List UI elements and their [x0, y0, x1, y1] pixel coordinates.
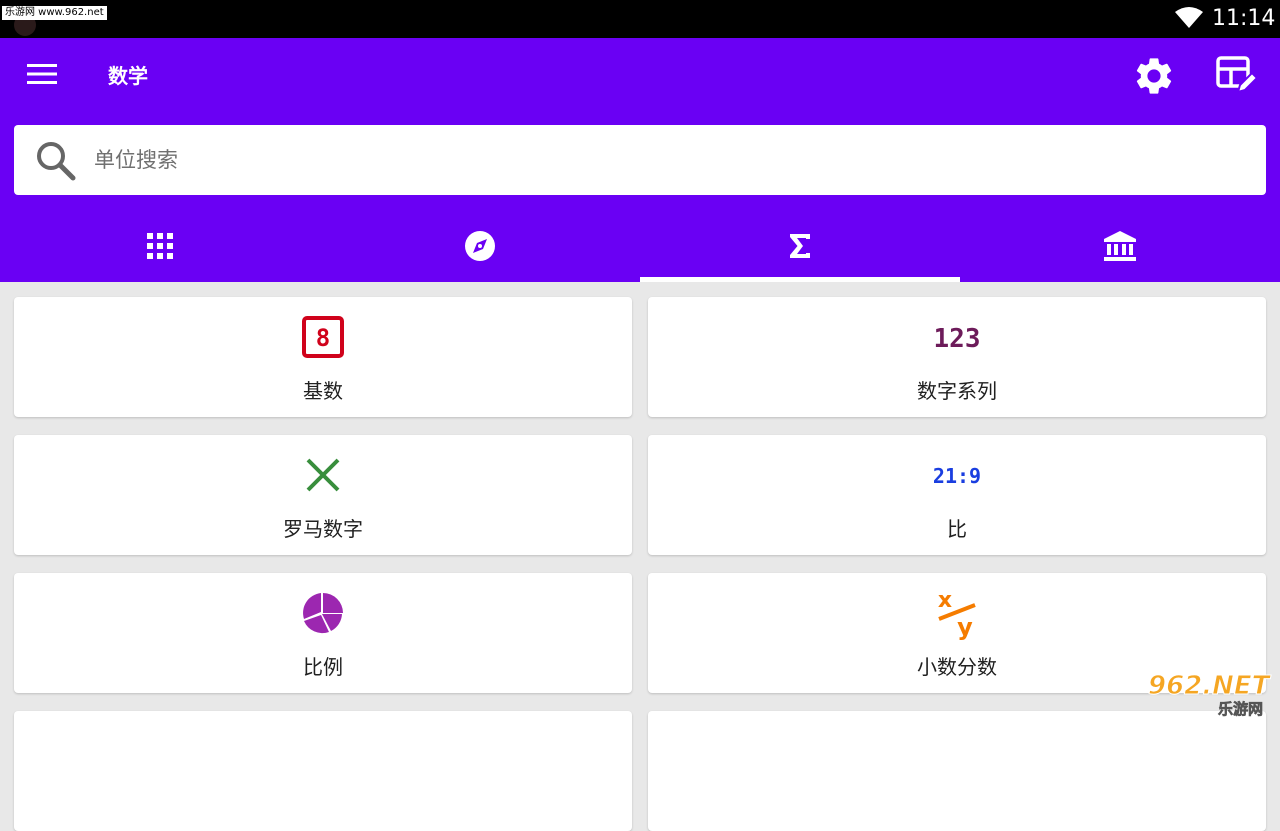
clock: 11:14: [1212, 6, 1276, 31]
ratio-glyph: 21:9: [933, 464, 981, 488]
base-8-icon: 8: [302, 316, 344, 358]
card-proportion[interactable]: 比例: [14, 573, 632, 693]
bank-icon: [1104, 231, 1136, 261]
search-input[interactable]: [94, 148, 1194, 172]
wifi-icon: [1175, 7, 1203, 28]
pie-chart-icon: [303, 593, 343, 634]
app-bar: 数学: [0, 38, 1280, 282]
card-partial[interactable]: [14, 711, 632, 831]
sigma-icon: [790, 234, 810, 258]
watermark-top: 962.NET: [1148, 671, 1272, 701]
card-label: 比例: [303, 655, 343, 679]
123-glyph: 123: [934, 324, 981, 354]
base-8-glyph: 8: [316, 324, 330, 352]
card-label: 罗马数字: [283, 517, 363, 541]
tab-math[interactable]: [640, 210, 960, 282]
card-roman-numerals[interactable]: 罗马数字: [14, 435, 632, 555]
card-partial[interactable]: [648, 711, 1266, 831]
gear-icon[interactable]: [1132, 54, 1176, 98]
watermark-bottom: 乐游网: [1218, 700, 1263, 718]
card-ratio[interactable]: 21:9 比: [648, 435, 1266, 555]
grid-icon: [147, 233, 173, 259]
tab-all[interactable]: [0, 210, 320, 282]
menu-icon[interactable]: [26, 62, 58, 86]
card-base[interactable]: 8 基数: [14, 297, 632, 417]
card-label: 数字系列: [917, 379, 997, 403]
card-label: 基数: [303, 379, 343, 403]
watermark-logo: 962.NET 乐游网: [1148, 671, 1273, 719]
tab-explore[interactable]: [320, 210, 640, 282]
compass-icon: [465, 231, 495, 261]
page-title: 数学: [108, 64, 148, 88]
123-icon: 123: [934, 324, 981, 354]
ratio-icon: 21:9: [933, 464, 981, 488]
search-bar[interactable]: [14, 125, 1266, 195]
search-icon: [37, 142, 76, 181]
fraction-icon: x y: [938, 588, 976, 641]
fraction-numerator: x: [938, 588, 952, 613]
tab-finance[interactable]: [960, 210, 1280, 282]
status-bar: 乐游网 www.962.net 11:14: [0, 0, 1280, 38]
edit-layout-icon[interactable]: [1214, 54, 1258, 98]
watermark-logo: 乐游网 www.962.net: [2, 6, 107, 20]
card-number-series[interactable]: 123 数字系列: [648, 297, 1266, 417]
tab-bar: [0, 210, 1280, 282]
roman-x-icon: [306, 458, 340, 492]
card-label: 比: [947, 517, 967, 541]
fraction-denominator: y: [957, 613, 973, 641]
